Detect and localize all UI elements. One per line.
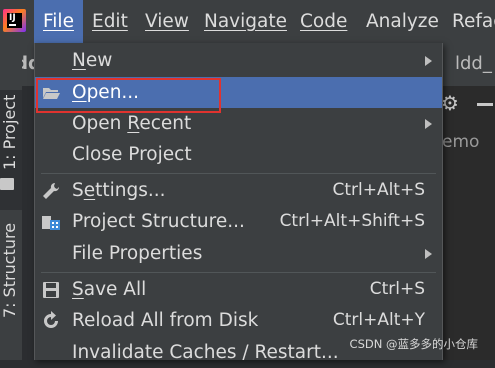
menu-item-shortcut: Ctrl+Alt+Y: [332, 310, 425, 330]
menu-item-new[interactable]: New: [35, 45, 442, 76]
editor-area: emo: [442, 86, 495, 360]
intellij-logo-icon: IJ: [3, 9, 26, 32]
wrench-icon: [43, 182, 60, 199]
project-tool-tab[interactable]: 1: Project: [0, 90, 22, 210]
editor-hint-text: emo: [442, 132, 480, 152]
menu-navigate[interactable]: Navigate: [204, 0, 287, 43]
menu-item-label: Reload All from Disk: [72, 310, 259, 331]
submenu-arrow-icon: [425, 249, 432, 259]
menu-edit[interactable]: Edit: [92, 0, 128, 43]
minimize-icon[interactable]: [477, 103, 493, 106]
menu-analyze[interactable]: Analyze: [366, 0, 439, 43]
project-structure-icon: [42, 216, 60, 230]
menu-item-shortcut: Ctrl+S: [369, 279, 425, 299]
annotation-highlight-box: [36, 78, 221, 113]
project-tab-label[interactable]: 1: Project: [0, 95, 19, 170]
submenu-arrow-icon: [425, 56, 432, 66]
menu-bar: IJ File Edit View Navigate Code Analyze …: [0, 0, 495, 43]
menu-item-shortcut: Ctrl+Alt+S: [332, 180, 425, 200]
menu-file-label: File: [43, 11, 74, 32]
menu-item-project-structure[interactable]: Project Structure... Ctrl+Alt+Shift+S: [35, 206, 442, 237]
menu-item-settings[interactable]: Settings... Ctrl+Alt+S: [35, 175, 442, 206]
menu-refactor[interactable]: Refac: [452, 0, 495, 43]
structure-tab-label[interactable]: 7: Structure: [0, 223, 19, 318]
menu-item-label: Invalidate Caches / Restart...: [72, 342, 339, 363]
menu-separator: [41, 272, 436, 273]
menu-item-file-properties[interactable]: File Properties: [35, 238, 442, 269]
save-icon: [43, 282, 59, 298]
menu-item-label: File Properties: [72, 243, 203, 264]
menu-item-label: Project Structure...: [72, 211, 245, 232]
menu-separator: [41, 173, 436, 174]
folder-icon: [0, 178, 14, 190]
menu-view[interactable]: View: [145, 0, 189, 43]
menu-item-label: Settings...: [72, 180, 166, 201]
menu-item-label: Save All: [72, 279, 147, 300]
menu-item-close-project[interactable]: Close Project: [35, 139, 442, 170]
menu-item-label: New: [72, 50, 113, 71]
watermark-text: CSDN @蓝多多的小仓库: [349, 337, 478, 351]
menu-file[interactable]: File: [34, 0, 83, 43]
submenu-arrow-icon: [425, 119, 432, 129]
menu-item-save-all[interactable]: Save All Ctrl+S: [35, 274, 442, 305]
reload-icon: [44, 311, 58, 328]
menu-code[interactable]: Code: [300, 0, 347, 43]
editor-tab-label[interactable]: ldd_: [455, 53, 492, 74]
structure-tool-tab[interactable]: 7: Structure: [0, 215, 22, 325]
gear-icon[interactable]: ⚙: [441, 93, 459, 113]
menu-item-reload-all[interactable]: Reload All from Disk Ctrl+Alt+Y: [35, 305, 442, 336]
menu-item-shortcut: Ctrl+Alt+Shift+S: [279, 211, 425, 231]
menu-item-label: Close Project: [72, 144, 192, 165]
